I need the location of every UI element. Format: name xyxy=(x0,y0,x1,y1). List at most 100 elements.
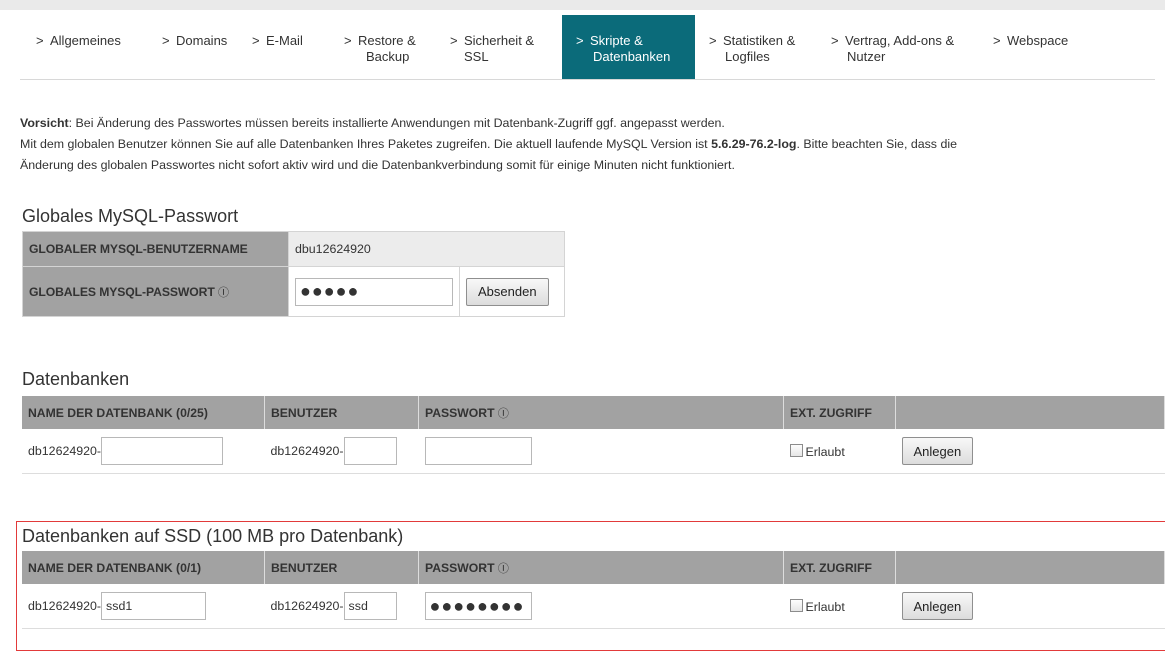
db-name-prefix: db12624920- xyxy=(28,444,102,458)
col-user-header: BENUTZER xyxy=(264,551,419,584)
tab-statistiken-logfiles[interactable]: > Statistiken & Logfiles xyxy=(709,15,831,79)
ssd-name-input[interactable] xyxy=(101,592,207,620)
chevron-right-icon: > xyxy=(450,33,458,48)
col-user-header: BENUTZER xyxy=(264,396,419,429)
intro-text: Vorsicht: Bei Änderung des Passwortes mü… xyxy=(20,113,1160,176)
warning-line: Vorsicht: Bei Änderung des Passwortes mü… xyxy=(20,113,1160,134)
global-submit-cell: Absenden xyxy=(459,266,565,317)
tab-label: Statistiken & xyxy=(723,33,796,48)
col-ext-header: EXT. ZUGRIFF xyxy=(783,551,896,584)
global-password-label: GLOBALES MYSQL-PASSWORT ⓘ xyxy=(22,266,289,317)
ext-access-label: Erlaubt xyxy=(805,444,845,459)
databases-table: NAME DER DATENBANK (0/25) BENUTZER PASSW… xyxy=(22,396,1165,474)
info-icon[interactable]: ⓘ xyxy=(498,563,509,575)
ext-access-checkbox[interactable] xyxy=(789,598,803,612)
info-line: Mit dem globalen Benutzer können Sie auf… xyxy=(20,134,1160,155)
chevron-right-icon: > xyxy=(36,33,44,48)
tab-label-line2: SSL xyxy=(464,49,489,64)
chevron-right-icon: > xyxy=(709,33,717,48)
ssd-databases-table: NAME DER DATENBANK (0/1) BENUTZER PASSWO… xyxy=(22,551,1165,629)
db-name-input[interactable] xyxy=(101,437,224,465)
ssd-user-input[interactable] xyxy=(343,592,397,620)
db-user-input[interactable] xyxy=(343,437,397,465)
user-cell: db12624920- xyxy=(264,584,419,629)
tab-label-line2: Datenbanken xyxy=(593,49,671,64)
info-text-end: . Bitte beachten Sie, dass die xyxy=(796,137,957,151)
ext-cell: Erlaubt xyxy=(783,584,896,629)
tab-label-line2: Backup xyxy=(366,49,410,64)
tab-label-line2: Logfiles xyxy=(725,49,770,64)
global-password-cell xyxy=(288,266,460,317)
tab-webspace[interactable]: > Webspace xyxy=(993,15,1103,79)
info-line-3: Änderung des globalen Passwortes nicht s… xyxy=(20,158,735,172)
chevron-right-icon: > xyxy=(252,33,260,48)
col-password-header: PASSWORT ⓘ xyxy=(418,551,784,584)
databases-heading: Datenbanken xyxy=(22,369,130,389)
col-password-label: PASSWORT xyxy=(425,405,495,420)
info-text: Mit dem globalen Benutzer können Sie auf… xyxy=(20,137,712,151)
ext-access-checkbox[interactable] xyxy=(789,443,803,457)
global-username-value: dbu12624920 xyxy=(288,231,565,267)
warning-label: Vorsicht xyxy=(20,116,69,130)
tab-label: Vertrag, Add-ons & xyxy=(845,33,955,48)
chevron-right-icon: > xyxy=(993,33,1001,48)
table-row: db12624920- db12624920- Erlaubt Anlegen xyxy=(22,429,1165,474)
tab-label: Sicherheit & xyxy=(464,33,535,48)
global-username-label: GLOBALER MYSQL-BENUTZERNAME xyxy=(22,231,289,267)
tab-label: Webspace xyxy=(1007,33,1069,48)
tab-label: Allgemeines xyxy=(50,33,121,48)
top-border xyxy=(0,0,1165,10)
warning-text: : Bei Änderung des Passwortes müssen ber… xyxy=(68,116,725,130)
db-user-prefix: db12624920- xyxy=(270,444,344,458)
tab-navigation: > Allgemeines > Domains > E-Mail > Restore &… xyxy=(20,15,1155,80)
submit-button[interactable]: Absenden xyxy=(466,277,549,306)
action-cell: Anlegen xyxy=(895,584,1165,629)
col-name-header: NAME DER DATENBANK (0/25) xyxy=(22,396,265,429)
tab-sicherheit-ssl[interactable]: > Sicherheit & SSL xyxy=(450,15,562,79)
tab-label-line2: Nutzer xyxy=(847,49,886,64)
col-password-label: PASSWORT xyxy=(425,560,495,575)
user-cell: db12624920- xyxy=(264,429,419,474)
tab-vertrag-addons-nutzer[interactable]: > Vertrag, Add-ons & Nutzer xyxy=(831,15,993,79)
action-cell: Anlegen xyxy=(895,429,1165,474)
info-icon[interactable]: ⓘ xyxy=(218,287,229,299)
tab-label: Skripte & xyxy=(590,33,643,48)
name-cell: db12624920- xyxy=(22,429,265,474)
tab-skripte-datenbanken[interactable]: > Skripte & Datenbanken xyxy=(562,15,695,79)
tab-domains[interactable]: > Domains xyxy=(162,15,252,79)
ssd-password-input[interactable] xyxy=(424,592,532,620)
col-action-header xyxy=(895,551,1165,584)
password-cell xyxy=(418,584,784,629)
create-ssd-database-button[interactable]: Anlegen xyxy=(901,592,974,620)
col-password-header: PASSWORT ⓘ xyxy=(418,396,784,429)
tab-allgemeines[interactable]: > Allgemeines xyxy=(36,15,162,79)
chevron-right-icon: > xyxy=(831,33,839,48)
col-name-header: NAME DER DATENBANK (0/1) xyxy=(22,551,265,584)
create-database-button[interactable]: Anlegen xyxy=(901,437,974,465)
ssd-heading: Datenbanken auf SSD (100 MB pro Datenban… xyxy=(22,526,404,546)
db-password-input[interactable] xyxy=(424,437,532,465)
col-action-header xyxy=(895,396,1165,429)
global-password-label-text: GLOBALES MYSQL-PASSWORT xyxy=(29,284,215,299)
tab-restore-backup[interactable]: > Restore & Backup xyxy=(344,15,450,79)
chevron-right-icon: > xyxy=(344,33,352,48)
global-password-heading: Globales MySQL-Passwort xyxy=(22,206,239,226)
global-password-input[interactable] xyxy=(295,277,453,306)
ssd-name-prefix: db12624920- xyxy=(28,599,102,613)
mysql-version: 5.6.29-76.2-log xyxy=(711,137,797,151)
global-password-table: GLOBALER MYSQL-BENUTZERNAME dbu12624920 … xyxy=(22,231,565,317)
ext-cell: Erlaubt xyxy=(783,429,896,474)
tab-label: Domains xyxy=(176,33,228,48)
col-ext-header: EXT. ZUGRIFF xyxy=(783,396,896,429)
password-cell xyxy=(418,429,784,474)
tab-label: Restore & xyxy=(358,33,416,48)
tab-email[interactable]: > E-Mail xyxy=(252,15,344,79)
ext-access-label: Erlaubt xyxy=(805,599,845,614)
name-cell: db12624920- xyxy=(22,584,265,629)
chevron-right-icon: > xyxy=(576,33,584,48)
table-row: db12624920- db12624920- Erlaubt Anlegen xyxy=(22,584,1165,629)
chevron-right-icon: > xyxy=(162,33,170,48)
info-icon[interactable]: ⓘ xyxy=(498,408,509,420)
tab-label: E-Mail xyxy=(266,33,303,48)
ssd-user-prefix: db12624920- xyxy=(270,599,344,613)
